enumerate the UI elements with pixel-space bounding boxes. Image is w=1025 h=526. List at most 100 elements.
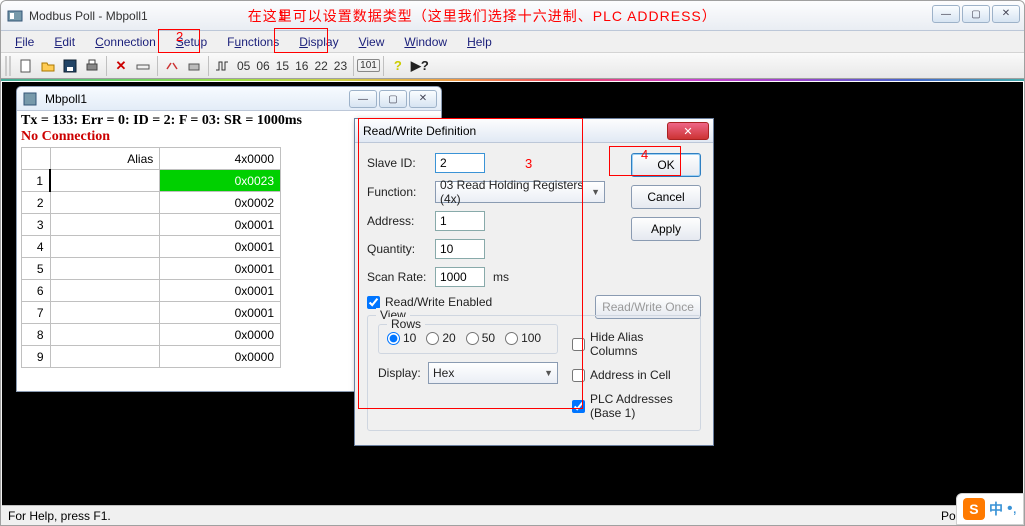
printer2-icon[interactable] xyxy=(183,55,205,77)
function-select[interactable]: 03 Read Holding Registers (4x) ▼ xyxy=(435,181,605,203)
scanrate-input[interactable] xyxy=(435,267,485,287)
menu-edit[interactable]: Edit xyxy=(44,33,85,51)
ms-label: ms xyxy=(493,270,509,284)
rw-enabled-checkbox[interactable] xyxy=(367,296,380,309)
toggle-icon[interactable] xyxy=(132,55,154,77)
statusbar: For Help, press F1. Port 3: 9600-8 xyxy=(2,505,1023,525)
value-cell[interactable]: 0x0001 xyxy=(160,280,281,302)
table-row[interactable]: 40x0001 xyxy=(22,236,281,258)
tool-22[interactable]: 22 xyxy=(311,59,330,73)
alias-cell[interactable] xyxy=(50,170,160,192)
save-icon[interactable] xyxy=(59,55,81,77)
quantity-input[interactable] xyxy=(435,239,485,259)
value-cell[interactable]: 0x0001 xyxy=(160,214,281,236)
rows-20-radio[interactable]: 20 xyxy=(426,331,455,345)
alias-cell[interactable] xyxy=(50,302,160,324)
connect-icon[interactable] xyxy=(161,55,183,77)
alias-cell[interactable] xyxy=(50,280,160,302)
ime-badge-icon: S xyxy=(963,498,985,520)
alias-cell[interactable] xyxy=(50,192,160,214)
alias-cell[interactable] xyxy=(50,236,160,258)
menu-view[interactable]: View xyxy=(349,33,395,51)
tool-15[interactable]: 15 xyxy=(273,59,292,73)
table-row[interactable]: 6 0x0001 xyxy=(22,280,281,302)
chevron-down-icon: ▼ xyxy=(591,187,600,197)
register-table[interactable]: Alias 4x0000 1 0x002320x000230x000140x000… xyxy=(21,147,281,368)
menu-connection[interactable]: Connection xyxy=(85,33,166,51)
scanrate-label: Scan Rate: xyxy=(367,270,435,284)
value-cell[interactable]: 0x0001 xyxy=(160,302,281,324)
plc-addresses-checkbox[interactable]: PLC Addresses (Base 1) xyxy=(572,392,690,420)
titlebar[interactable]: Modbus Poll - Mbpoll1 在这里可以设置数据类型（这里我们选择… xyxy=(1,1,1024,31)
ime-indicator[interactable]: S 中 •, xyxy=(956,493,1024,525)
help-icon[interactable]: ? xyxy=(387,55,409,77)
menu-setup[interactable]: Setup xyxy=(166,33,217,51)
value-cell[interactable]: 0x0001 xyxy=(160,258,281,280)
rows-50-radio[interactable]: 50 xyxy=(466,331,495,345)
minimize-button[interactable]: — xyxy=(932,5,960,23)
col-register[interactable]: 4x0000 xyxy=(160,148,281,170)
hide-alias-checkbox[interactable]: Hide Alias Columns xyxy=(572,330,690,358)
menu-help[interactable]: Help xyxy=(457,33,502,51)
new-icon[interactable] xyxy=(15,55,37,77)
apply-button[interactable]: Apply xyxy=(631,217,701,241)
rainbow-divider xyxy=(1,79,1024,81)
pulse-icon[interactable] xyxy=(212,55,234,77)
child-titlebar[interactable]: Mbpoll1 — ▢ ✕ xyxy=(17,87,441,111)
menu-display[interactable]: Display xyxy=(289,33,348,51)
col-alias[interactable]: Alias xyxy=(50,148,160,170)
table-row[interactable]: 80x0000 xyxy=(22,324,281,346)
table-row[interactable]: 50x0001 xyxy=(22,258,281,280)
value-cell[interactable]: 0x0001 xyxy=(160,236,281,258)
alias-cell[interactable] xyxy=(50,346,160,368)
table-row[interactable]: 70x0001 xyxy=(22,302,281,324)
menu-functions[interactable]: Functions xyxy=(217,33,289,51)
tool-05[interactable]: 05 xyxy=(234,59,253,73)
table-row[interactable]: 20x0002 xyxy=(22,192,281,214)
value-cell[interactable]: 0x0000 xyxy=(160,346,281,368)
row-header: 6 xyxy=(22,280,51,302)
app-icon xyxy=(7,8,23,24)
table-row[interactable]: 1 0x0023 xyxy=(22,170,281,192)
value-cell[interactable]: 0x0023 xyxy=(160,170,281,192)
tool-06[interactable]: 06 xyxy=(253,59,272,73)
delete-icon[interactable]: ✕ xyxy=(110,55,132,77)
display-label: Display: xyxy=(378,366,428,380)
rows-10-radio[interactable]: 10 xyxy=(387,331,416,345)
function-label: Function: xyxy=(367,185,435,199)
table-row[interactable]: 30x0001 xyxy=(22,214,281,236)
child-minimize-button[interactable]: — xyxy=(349,90,377,108)
context-help-icon[interactable]: ▶? xyxy=(409,55,431,77)
ime-lang: 中 xyxy=(989,499,1003,519)
open-icon[interactable] xyxy=(37,55,59,77)
child-close-button[interactable]: ✕ xyxy=(409,90,437,108)
address-in-cell-checkbox[interactable]: Address in Cell xyxy=(572,368,690,382)
tool-23[interactable]: 23 xyxy=(331,59,350,73)
maximize-button[interactable]: ▢ xyxy=(962,5,990,23)
row-header: 1 xyxy=(22,170,51,192)
slave-id-input[interactable] xyxy=(435,153,485,173)
address-input[interactable] xyxy=(435,211,485,231)
child-maximize-button[interactable]: ▢ xyxy=(379,90,407,108)
cancel-button[interactable]: Cancel xyxy=(631,185,701,209)
ok-button[interactable]: OK xyxy=(631,153,701,177)
toolbar-grip[interactable] xyxy=(5,56,11,76)
display-select[interactable]: Hex ▼ xyxy=(428,362,558,384)
rows-group: Rows 10 20 50 100 xyxy=(378,324,558,354)
alias-cell[interactable] xyxy=(50,214,160,236)
table-row[interactable]: 9 0x0000 xyxy=(22,346,281,368)
tool-16[interactable]: 16 xyxy=(292,59,311,73)
alias-cell[interactable] xyxy=(50,324,160,346)
dialog-close-button[interactable]: ✕ xyxy=(667,122,709,140)
rows-100-radio[interactable]: 100 xyxy=(505,331,541,345)
close-button[interactable]: ✕ xyxy=(992,5,1020,23)
menu-file[interactable]: File xyxy=(5,33,44,51)
menu-window[interactable]: Window xyxy=(394,33,457,51)
value-cell[interactable]: 0x0000 xyxy=(160,324,281,346)
print-icon[interactable] xyxy=(81,55,103,77)
value-cell[interactable]: 0x0002 xyxy=(160,192,281,214)
row-header: 9 xyxy=(22,346,51,368)
tool-101[interactable]: 101 xyxy=(357,59,380,72)
dialog-titlebar[interactable]: Read/Write Definition ✕ xyxy=(355,119,713,143)
alias-cell[interactable] xyxy=(50,258,160,280)
